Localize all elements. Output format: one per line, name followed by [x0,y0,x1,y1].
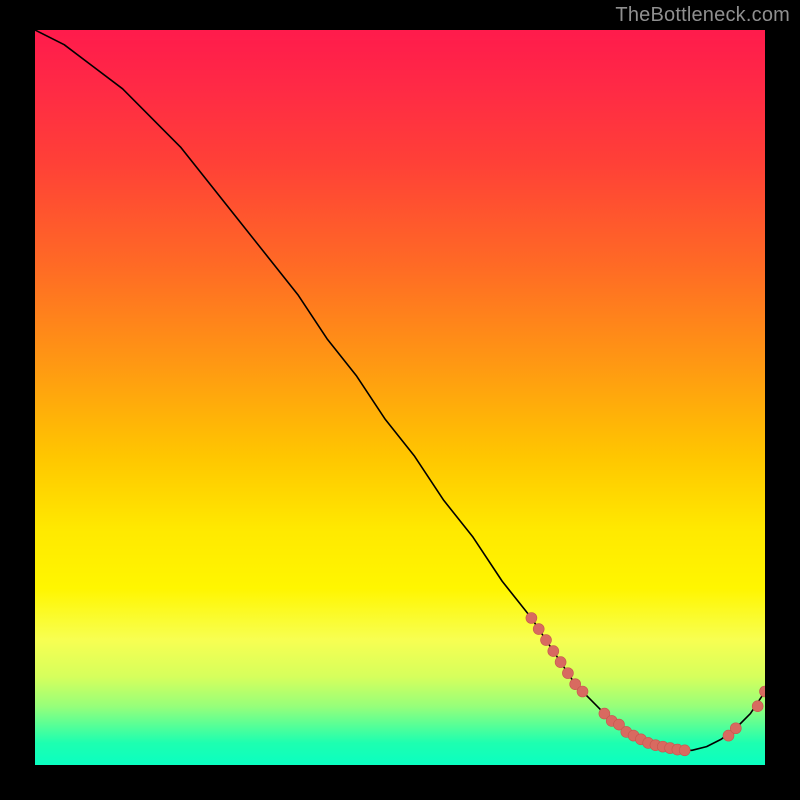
attribution-label: TheBottleneck.com [615,4,790,27]
chart-stage: TheBottleneck.com [0,0,800,800]
plot-gradient-background [35,30,765,765]
